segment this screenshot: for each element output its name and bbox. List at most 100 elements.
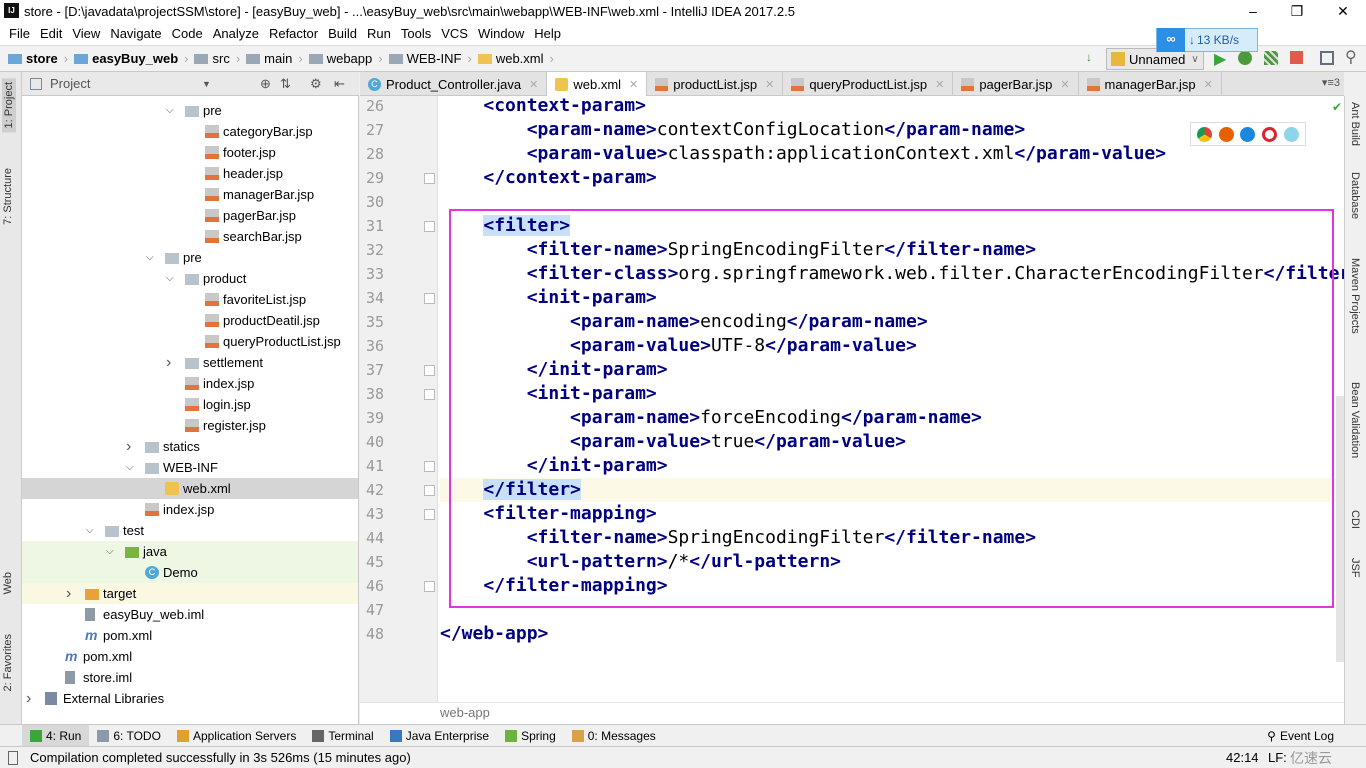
chrome-icon[interactable] (1197, 126, 1213, 142)
safari-icon[interactable] (1240, 126, 1256, 142)
close-tab-icon[interactable]: ✕ (629, 78, 638, 91)
tool-tab-jsf[interactable]: JSF (1349, 558, 1361, 578)
minimize-button[interactable]: – (1230, 0, 1276, 22)
tool-window-button[interactable]: Java Enterprise (382, 725, 497, 747)
fold-marker-icon[interactable] (424, 221, 435, 232)
fold-marker-icon[interactable] (424, 509, 435, 520)
breadcrumb-item[interactable]: store › (8, 51, 68, 66)
tool-window-button[interactable]: 0: Messages (564, 725, 664, 747)
tree-item[interactable]: searchBar.jsp (22, 226, 358, 247)
menu-refactor[interactable]: Refactor (269, 26, 318, 41)
menu-code[interactable]: Code (172, 26, 203, 41)
chevron-down-icon[interactable]: ▼ (202, 79, 211, 89)
tool-window-button[interactable]: 4: Run (22, 724, 90, 747)
expand-arrow-icon[interactable]: ⌵ (166, 100, 174, 121)
tree-item[interactable]: login.jsp (22, 394, 358, 415)
tree-item[interactable]: pagerBar.jsp (22, 205, 358, 226)
collapse-arrow-icon[interactable]: › (166, 352, 171, 373)
menu-view[interactable]: View (72, 26, 100, 41)
tree-item[interactable]: favoriteList.jsp (22, 289, 358, 310)
tool-tab-bean-validation[interactable]: Bean Validation (1349, 382, 1361, 458)
locate-icon[interactable]: ⊕ (260, 76, 271, 92)
editor-tab[interactable]: web.xml ✕ (547, 72, 648, 96)
tool-tab-ant-build[interactable]: Ant Build (1349, 102, 1361, 146)
menu-help[interactable]: Help (534, 26, 561, 41)
tree-item[interactable]: ⌵ test (22, 520, 358, 541)
breadcrumb-item[interactable]: web.xml › (477, 51, 554, 66)
tree-item[interactable]: › settlement (22, 352, 358, 373)
tool-window-button[interactable]: Spring (497, 725, 564, 747)
tree-item[interactable]: ⌵ pre (22, 100, 358, 121)
close-tab-icon[interactable]: ✕ (935, 78, 944, 91)
tree-item[interactable]: › External Libraries (22, 688, 358, 709)
menu-run[interactable]: Run (367, 26, 391, 41)
expand-arrow-icon[interactable]: ⌵ (126, 457, 134, 478)
editor-tab[interactable]: productList.jsp ✕ (647, 72, 784, 96)
collapse-arrow-icon[interactable]: › (26, 688, 31, 709)
tree-item[interactable]: categoryBar.jsp (22, 121, 358, 142)
fold-marker-icon[interactable] (424, 461, 435, 472)
toggle-tool-windows-icon[interactable] (8, 750, 18, 765)
tree-item[interactable]: easyBuy_web.iml (22, 604, 358, 625)
ie-icon[interactable] (1283, 126, 1299, 142)
tree-item[interactable]: header.jsp (22, 163, 358, 184)
firefox-icon[interactable] (1218, 126, 1234, 142)
breadcrumb-item[interactable]: easyBuy_web › (74, 51, 188, 66)
tool-tab-web[interactable]: Web (2, 572, 14, 594)
breadcrumb-item[interactable]: main › (246, 51, 303, 66)
build-sort-icon[interactable]: ↓ (1086, 50, 1092, 64)
tree-item[interactable]: index.jsp (22, 373, 358, 394)
tool-tab-database[interactable]: Database (1349, 172, 1361, 219)
tree-item[interactable]: ⌵ pre (22, 247, 358, 268)
fold-marker-icon[interactable] (424, 293, 435, 304)
close-tab-icon[interactable]: ✕ (765, 78, 774, 91)
editor-tab[interactable]: C Product_Controller.java ✕ (360, 72, 548, 96)
collapse-all-icon[interactable]: ⇅ (280, 76, 291, 92)
tree-item[interactable]: m pom.xml (22, 625, 358, 646)
menu-edit[interactable]: Edit (40, 26, 62, 41)
fold-marker-icon[interactable] (424, 173, 435, 184)
tree-item[interactable]: › statics (22, 436, 358, 457)
tree-item[interactable]: footer.jsp (22, 142, 358, 163)
breadcrumb-item[interactable]: webapp › (308, 51, 383, 66)
menu-analyze[interactable]: Analyze (213, 26, 259, 41)
expand-arrow-icon[interactable]: ⌵ (146, 247, 154, 268)
breadcrumb-web-app[interactable]: web-app (440, 705, 490, 720)
expand-arrow-icon[interactable]: ⌵ (86, 520, 94, 541)
menu-tools[interactable]: Tools (401, 26, 431, 41)
tree-item[interactable]: m pom.xml (22, 646, 358, 667)
tree-item[interactable]: web.xml (22, 478, 358, 499)
fold-marker-icon[interactable] (424, 365, 435, 376)
fold-marker-icon[interactable] (424, 485, 435, 496)
close-window-button[interactable]: ✕ (1320, 0, 1366, 22)
collapse-arrow-icon[interactable]: › (126, 436, 131, 457)
coverage-icon[interactable] (1264, 51, 1278, 65)
opera-icon[interactable] (1262, 126, 1278, 142)
tree-item[interactable]: › target (22, 583, 358, 604)
menu-file[interactable]: File (9, 26, 30, 41)
expand-arrow-icon[interactable]: ⌵ (106, 541, 114, 562)
breadcrumb-item[interactable]: src › (194, 51, 240, 66)
caret-position[interactable]: 42:14 (1226, 750, 1259, 765)
tree-item[interactable]: ⌵ java (22, 541, 358, 562)
editor-tab[interactable]: pagerBar.jsp ✕ (953, 72, 1079, 96)
tool-tab-favorites[interactable]: 2: Favorites (2, 634, 14, 691)
tree-item[interactable]: ⌵ WEB-INF (22, 457, 358, 478)
tree-item[interactable]: C Demo (22, 562, 358, 583)
event-log-button[interactable]: ⚲ Event Log (1267, 729, 1334, 743)
close-tab-icon[interactable]: ✕ (1060, 78, 1069, 91)
tool-tab-structure[interactable]: 7: Structure (2, 168, 14, 225)
close-tab-icon[interactable]: ✕ (1204, 78, 1213, 91)
tree-item[interactable]: register.jsp (22, 415, 358, 436)
menu-navigate[interactable]: Navigate (110, 26, 161, 41)
tree-item[interactable]: store.iml (22, 667, 358, 688)
menu-window[interactable]: Window (478, 26, 524, 41)
maximize-button[interactable]: ❐ (1274, 0, 1320, 22)
tree-item[interactable]: queryProductList.jsp (22, 331, 358, 352)
tool-window-button[interactable]: Terminal (304, 725, 381, 747)
close-tab-icon[interactable]: ✕ (529, 78, 538, 91)
run-icon[interactable]: ▶ (1214, 49, 1226, 69)
tool-tab-cdi[interactable]: CDI (1349, 510, 1361, 529)
tree-item[interactable]: index.jsp (22, 499, 358, 520)
tab-overflow-button[interactable]: ▾≡3 (1322, 76, 1340, 89)
